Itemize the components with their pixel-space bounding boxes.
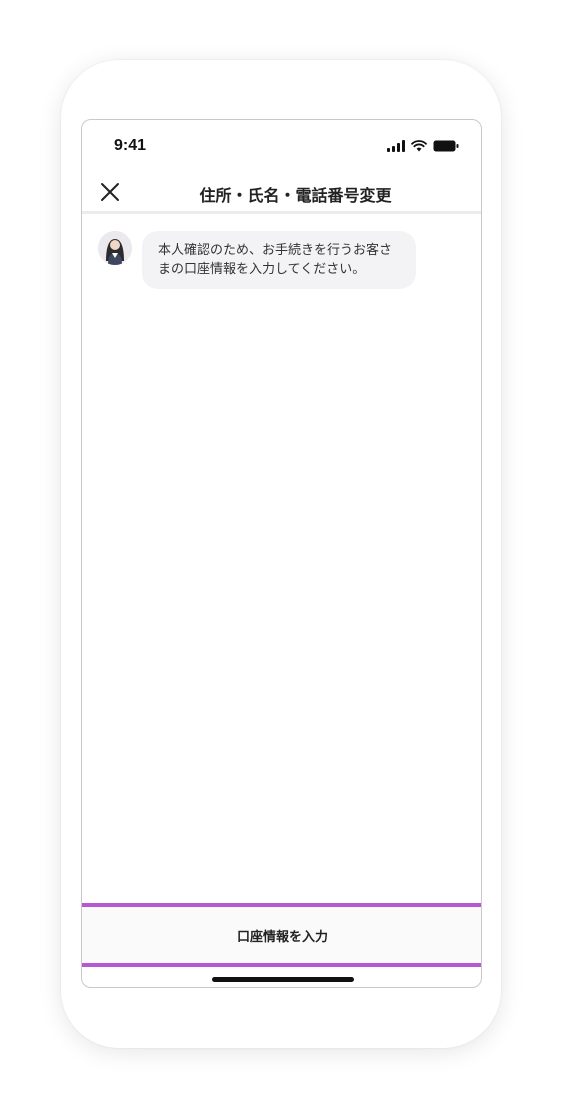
signal-icon [387,140,405,152]
status-bar: 9:41 [82,120,481,172]
status-time: 9:41 [114,137,147,154]
status-icons [387,140,459,152]
chat-bubble: 本人確認のため、お手続きを行うお客さまの口座情報を入力してください。 [142,231,416,289]
home-indicator[interactable] [212,977,354,982]
avatar [98,231,132,265]
page-title: 住所・氏名・電話番号変更 [199,186,392,205]
phone-screen: 9:41 住所・氏名・電話番号変更 本人確認のため、お手続きを行うお客さまの口座… [81,119,482,988]
wifi-icon [411,140,427,152]
cta-highlight: 口座情報を入力 [82,903,481,967]
battery-icon [433,140,459,152]
enter-account-info-button[interactable]: 口座情報を入力 [82,907,481,963]
chat-message: 本人確認のため、お手続きを行うお客さまの口座情報を入力してください。 [98,231,416,289]
nav-bar: 住所・氏名・電話番号変更 [82,172,481,214]
